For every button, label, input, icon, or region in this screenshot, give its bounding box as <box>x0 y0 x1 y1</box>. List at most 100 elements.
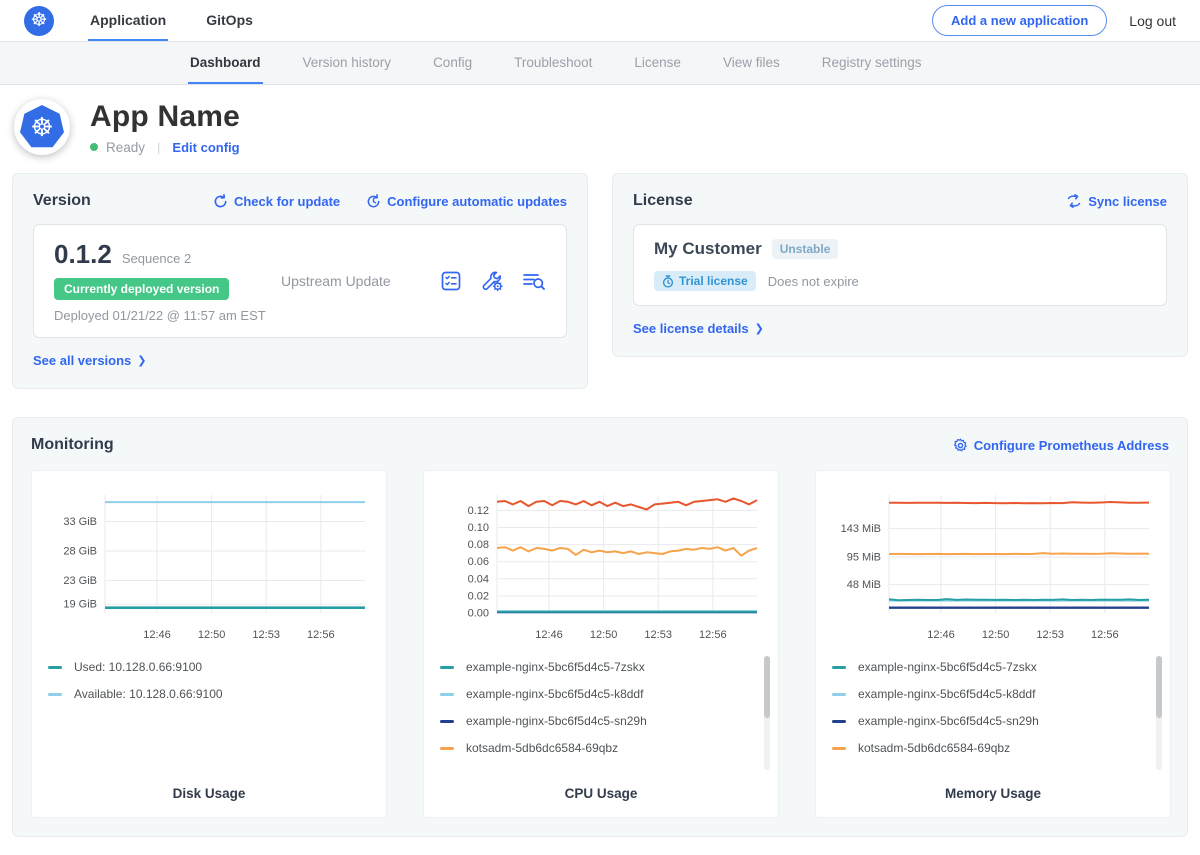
subtab-license[interactable]: License <box>632 42 683 84</box>
check-for-update-link[interactable]: Check for update <box>213 194 340 209</box>
current-version-panel: 0.1.2 Sequence 2 Currently deployed vers… <box>33 224 567 338</box>
subtab-config[interactable]: Config <box>431 42 474 84</box>
legend-scrollbar-thumb[interactable] <box>764 656 770 718</box>
sync-license-link[interactable]: Sync license <box>1066 194 1167 209</box>
series-color-dash-icon <box>440 747 454 750</box>
svg-text:12:46: 12:46 <box>927 629 955 641</box>
logout-button[interactable]: Log out <box>1129 13 1176 29</box>
legend-item: example-nginx-5bc6f5d4c5-sn29h <box>440 714 762 728</box>
subtab-view-files[interactable]: View files <box>721 42 782 84</box>
svg-text:12:56: 12:56 <box>699 629 727 641</box>
svg-text:12:53: 12:53 <box>644 629 672 641</box>
subtab-version-history[interactable]: Version history <box>301 42 394 84</box>
subtab-registry-settings[interactable]: Registry settings <box>820 42 924 84</box>
status-label: Ready <box>106 140 145 155</box>
legend-label: example-nginx-5bc6f5d4c5-sn29h <box>858 714 1039 728</box>
svg-text:0.08: 0.08 <box>468 539 489 551</box>
legend-scrollbar[interactable] <box>764 656 770 770</box>
refresh-icon <box>213 194 228 209</box>
series-color-dash-icon <box>48 666 62 669</box>
app-sub-nav: Dashboard Version history Config Trouble… <box>0 42 1200 85</box>
disk-usage-chart-card: 19 GiB23 GiB28 GiB33 GiB12:4612:5012:531… <box>31 470 387 818</box>
see-license-details-link[interactable]: See license details ❯ <box>633 321 764 336</box>
version-card-header: Version Check for update Configure autom… <box>33 192 567 210</box>
svg-text:12:56: 12:56 <box>307 629 335 641</box>
series-color-dash-icon <box>832 693 846 696</box>
legend-item: example-nginx-5bc6f5d4c5-k8ddf <box>832 687 1154 701</box>
legend-item: Available: 10.128.0.66:9100 <box>48 687 370 701</box>
legend-label: example-nginx-5bc6f5d4c5-sn29h <box>466 714 647 728</box>
license-card-header: License Sync license <box>633 192 1167 210</box>
app-header: ☸ App Name Ready | Edit config <box>0 85 1200 165</box>
memory-usage-chart: 48 MiB95 MiB143 MiB12:4612:5012:5312:56 <box>832 485 1156 646</box>
series-color-dash-icon <box>440 720 454 723</box>
svg-text:19 GiB: 19 GiB <box>63 599 97 611</box>
version-card: Version Check for update Configure autom… <box>12 173 588 389</box>
legend-label: Available: 10.128.0.66:9100 <box>74 687 223 701</box>
legend-scrollbar-thumb[interactable] <box>1156 656 1162 718</box>
license-type-label: Trial license <box>679 274 748 288</box>
currently-deployed-badge: Currently deployed version <box>54 278 229 300</box>
legend-label: example-nginx-5bc6f5d4c5-k8ddf <box>466 687 643 701</box>
license-expiry: Does not expire <box>768 274 859 289</box>
svg-text:143 MiB: 143 MiB <box>841 523 881 535</box>
disk-usage-legend: Used: 10.128.0.66:9100 Available: 10.128.… <box>48 656 370 778</box>
stopwatch-icon <box>662 275 674 288</box>
version-info: 0.1.2 Sequence 2 Currently deployed vers… <box>54 239 269 323</box>
svg-text:0.04: 0.04 <box>468 573 489 585</box>
edit-config-icon[interactable] <box>480 270 504 292</box>
add-application-button[interactable]: Add a new application <box>932 5 1107 36</box>
cpu-usage-chart-card: 0.000.020.040.060.080.100.1212:4612:5012… <box>423 470 779 818</box>
page-title: App Name <box>90 100 240 134</box>
legend-scrollbar[interactable] <box>1156 656 1162 770</box>
disk-usage-chart: 19 GiB23 GiB28 GiB33 GiB12:4612:5012:531… <box>48 485 372 646</box>
app-kubernetes-icon: ☸ <box>20 105 64 149</box>
legend-label: example-nginx-5bc6f5d4c5-7zskx <box>858 660 1037 674</box>
memory-usage-chart-title: Memory Usage <box>832 778 1154 801</box>
configure-automatic-updates-link[interactable]: Configure automatic updates <box>366 194 567 209</box>
cpu-usage-chart-title: CPU Usage <box>440 778 762 801</box>
configure-prometheus-link[interactable]: Configure Prometheus Address <box>953 438 1169 453</box>
configure-prometheus-label: Configure Prometheus Address <box>974 438 1169 453</box>
svg-text:23 GiB: 23 GiB <box>63 575 97 587</box>
monitoring-header: Monitoring Configure Prometheus Address <box>31 436 1169 454</box>
svg-text:12:50: 12:50 <box>198 629 226 641</box>
see-all-versions-link[interactable]: See all versions ❯ <box>33 353 147 368</box>
legend-label: example-nginx-5bc6f5d4c5-7zskx <box>466 660 645 674</box>
monitoring-section: Monitoring Configure Prometheus Address … <box>12 417 1188 837</box>
subtab-dashboard[interactable]: Dashboard <box>188 42 263 84</box>
app-header-text: App Name Ready | Edit config <box>90 100 240 155</box>
configure-automatic-updates-label: Configure automatic updates <box>387 194 567 209</box>
svg-text:12:53: 12:53 <box>252 629 280 641</box>
check-for-update-label: Check for update <box>234 194 340 209</box>
charts-row: 19 GiB23 GiB28 GiB33 GiB12:4612:5012:531… <box>31 470 1169 818</box>
monitoring-links: Configure Prometheus Address <box>953 438 1169 453</box>
sync-license-label: Sync license <box>1088 194 1167 209</box>
legend-item: example-nginx-5bc6f5d4c5-sn29h <box>832 714 1154 728</box>
edit-config-link[interactable]: Edit config <box>172 140 239 155</box>
deploy-logs-icon[interactable] <box>522 270 546 292</box>
tab-application[interactable]: Application <box>88 0 168 41</box>
channel-badge: Unstable <box>772 239 839 259</box>
version-sequence: Sequence 2 <box>122 251 191 266</box>
svg-text:12:46: 12:46 <box>535 629 563 641</box>
version-card-title: Version <box>33 192 91 210</box>
series-color-dash-icon <box>832 666 846 669</box>
svg-text:33 GiB: 33 GiB <box>63 516 97 528</box>
series-color-dash-icon <box>48 693 62 696</box>
release-notes-icon[interactable] <box>440 270 462 292</box>
license-card: License Sync license My Customer Unstabl… <box>612 173 1188 357</box>
legend-label: example-nginx-5bc6f5d4c5-k8ddf <box>858 687 1035 701</box>
memory-usage-chart-card: 48 MiB95 MiB143 MiB12:4612:5012:5312:56 … <box>815 470 1171 818</box>
status-dot-icon <box>90 143 98 151</box>
legend-item: Used: 10.128.0.66:9100 <box>48 660 370 674</box>
subtab-troubleshoot[interactable]: Troubleshoot <box>512 42 594 84</box>
see-license-details-row: See license details ❯ <box>633 320 1167 338</box>
memory-usage-legend: example-nginx-5bc6f5d4c5-7zskx example-ng… <box>832 656 1154 778</box>
legend-item: kotsadm-5db6dc6584-69qbz <box>832 741 1154 755</box>
tab-gitops[interactable]: GitOps <box>204 0 255 41</box>
topnav-right: Add a new application Log out <box>932 0 1176 41</box>
license-card-title: License <box>633 192 693 210</box>
version-source: Upstream Update <box>269 273 440 289</box>
see-all-versions-label: See all versions <box>33 353 131 368</box>
